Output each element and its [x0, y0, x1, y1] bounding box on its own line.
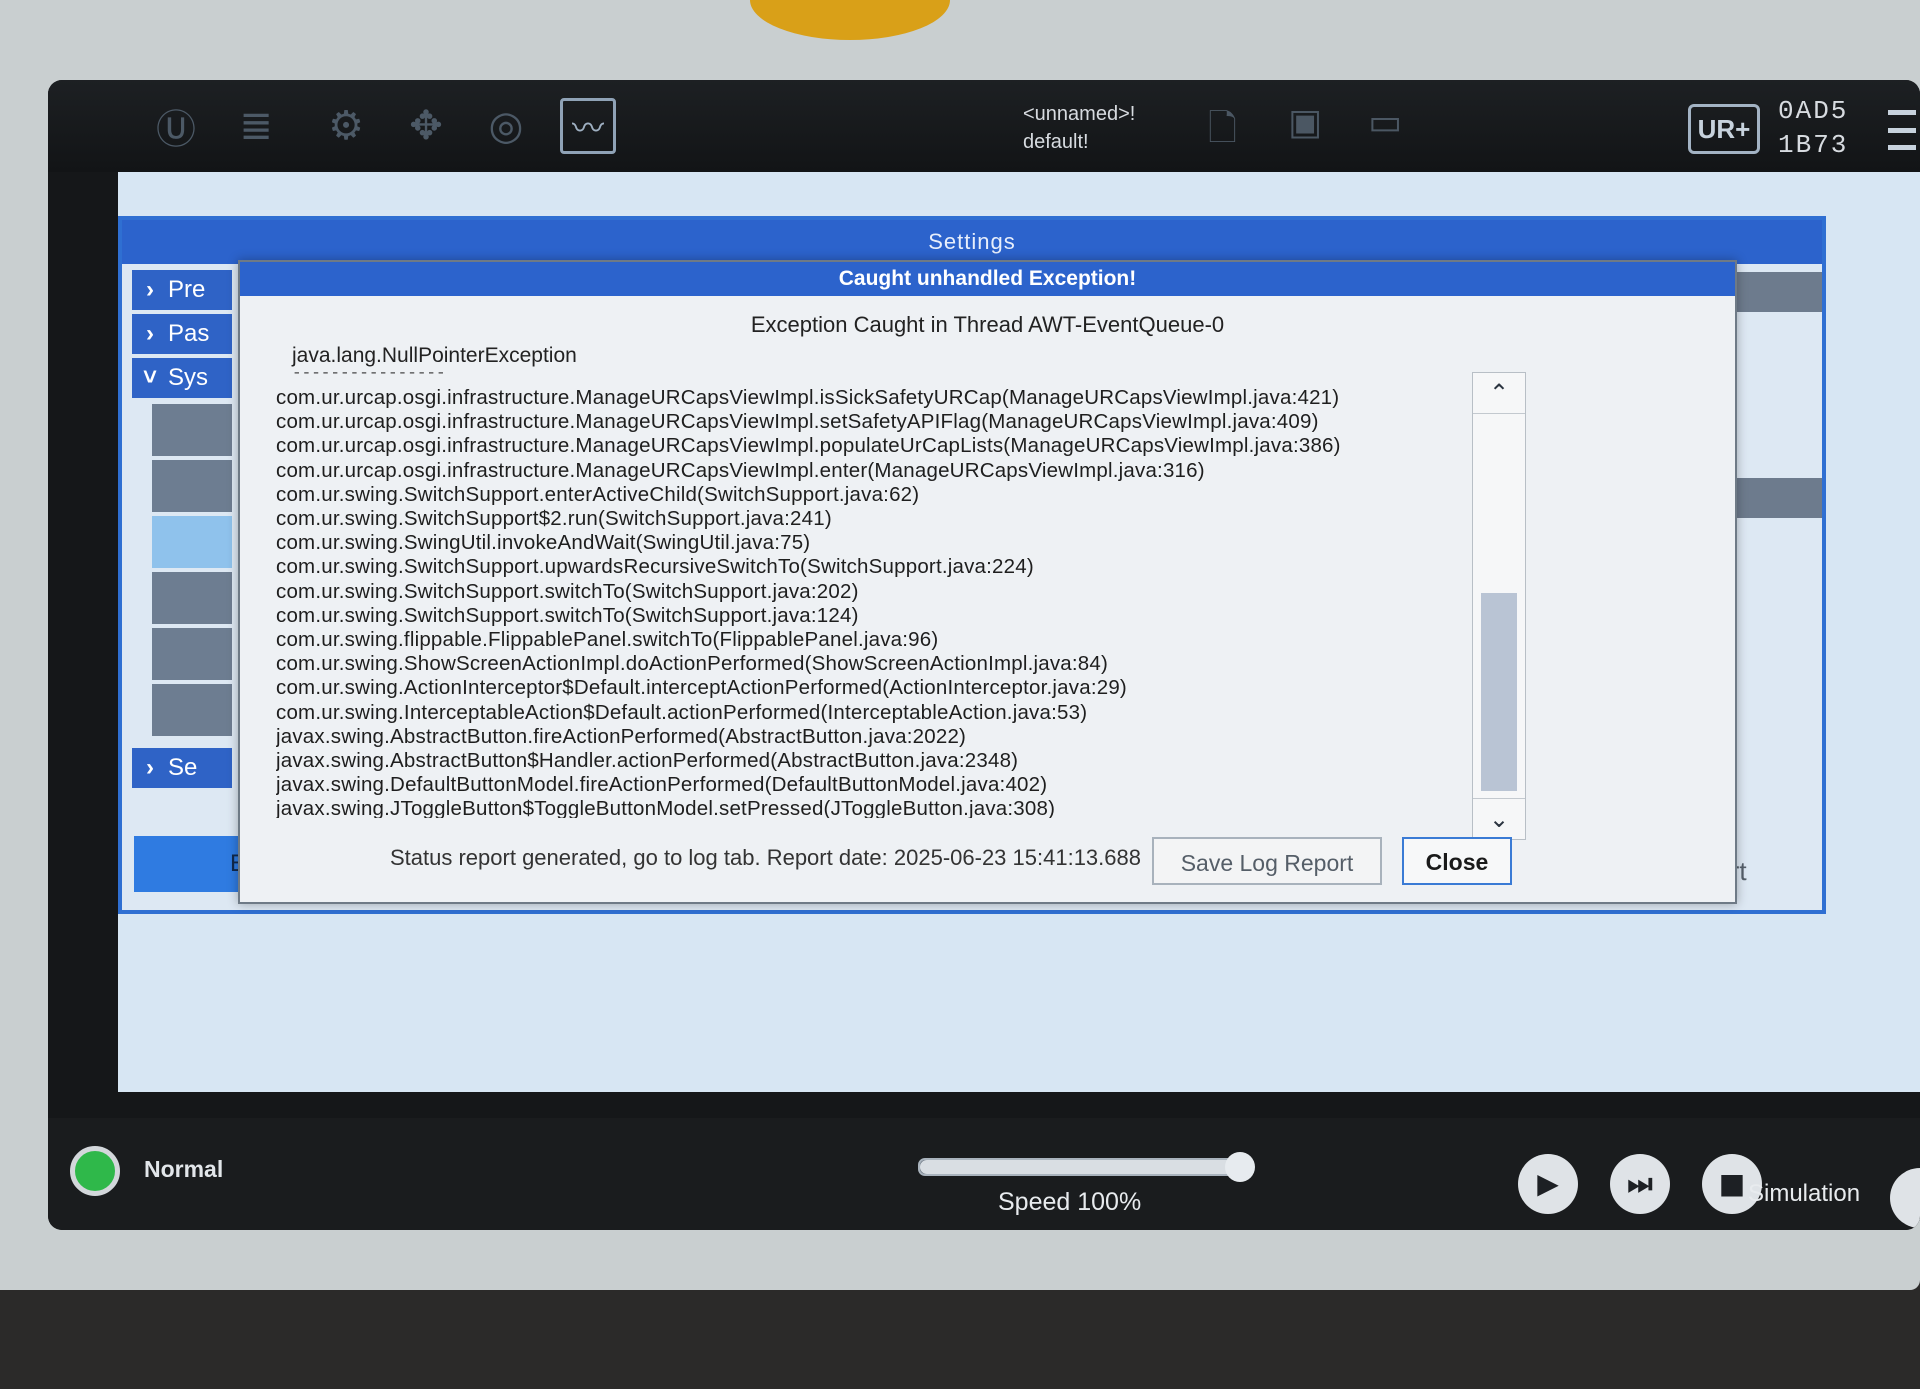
scroll-down-icon[interactable]: ⌄	[1473, 798, 1525, 839]
teach-pendant-screen: Ⓤ ≣ ⚙ ✥ ◎ 〰 <unnamed>! default! 🗋 ▣ ▭ UR…	[48, 80, 1920, 1230]
play-icon[interactable]: ▶	[1518, 1154, 1578, 1214]
save-file-icon[interactable]: ▭	[1368, 102, 1408, 148]
sidebar-subitem-selected[interactable]	[152, 516, 232, 568]
simulation-toggle[interactable]	[1890, 1168, 1920, 1228]
sidebar-subitem[interactable]	[152, 404, 232, 456]
scroll-thumb[interactable]	[1481, 593, 1517, 791]
sidebar-item-label: Se	[168, 754, 198, 781]
pendant-bezel: Ⓤ ≣ ⚙ ✥ ◎ 〰 <unnamed>! default! 🗋 ▣ ▭ UR…	[0, 0, 1920, 1290]
sidebar-item-security[interactable]: › Se	[132, 748, 232, 788]
program-icon[interactable]: ≣	[228, 98, 284, 154]
new-file-icon[interactable]: 🗋	[1208, 102, 1248, 149]
stack-trace-line: javax.swing.AbstractButton$Handler.actio…	[276, 749, 1019, 773]
stack-trace-line: com.ur.swing.flippable.FlippablePanel.sw…	[276, 628, 939, 652]
save-log-report-button[interactable]: Save Log Report	[1152, 837, 1382, 885]
sidebar-item-label: Pas	[168, 320, 210, 347]
stack-trace-line: com.ur.urcap.osgi.infrastructure.ManageU…	[276, 410, 1319, 434]
ur-plus-button[interactable]: UR+	[1688, 104, 1760, 154]
chevron-down-icon: ˅	[142, 364, 157, 391]
robot-status-icon[interactable]	[70, 1146, 120, 1196]
step-icon[interactable]: ⏭	[1610, 1154, 1670, 1214]
stack-trace-line: com.ur.swing.SwitchSupport$2.run(SwitchS…	[276, 507, 832, 531]
stack-trace-line: javax.swing.DefaultButtonModel.fireActio…	[276, 773, 1048, 797]
sidebar-item-label: Sys	[168, 364, 209, 391]
dialog-title: Caught unhandled Exception!	[240, 262, 1735, 296]
sidebar-subitem[interactable]	[152, 628, 232, 680]
stack-trace-line: com.ur.swing.SwitchSupport.upwardsRecurs…	[276, 555, 1034, 579]
scroll-up-icon[interactable]: ⌃	[1473, 373, 1525, 414]
exception-dialog: Caught unhandled Exception! Exception Ca…	[238, 260, 1737, 904]
serial-display: 0AD5 1B73	[1778, 94, 1848, 162]
speed-slider-handle[interactable]	[1225, 1152, 1255, 1182]
stack-trace-line: com.ur.urcap.osgi.infrastructure.ManageU…	[276, 386, 1340, 409]
open-file-icon[interactable]: ▣	[1288, 102, 1328, 148]
exception-separator: ----------------	[292, 364, 446, 382]
settings-header: Settings	[122, 220, 1822, 264]
stack-trace-scrollbar[interactable]: ⌃ ⌄	[1472, 372, 1526, 840]
chevron-right-icon: ›	[146, 754, 154, 781]
stack-trace-line: com.ur.urcap.osgi.infrastructure.ManageU…	[276, 434, 1341, 458]
simulation-label: Simulation	[1748, 1180, 1861, 1207]
sidebar-item-password[interactable]: › Pas	[132, 314, 232, 354]
sidebar-item-system[interactable]: ˅ Sys	[132, 358, 232, 398]
top-bar: Ⓤ ≣ ⚙ ✥ ◎ 〰 <unnamed>! default! 🗋 ▣ ▭ UR…	[48, 80, 1920, 172]
stack-trace-line: com.ur.swing.InterceptableAction$Default…	[276, 700, 1088, 724]
chevron-right-icon: ›	[146, 320, 154, 347]
status-report-line: Status report generated, go to log tab. …	[390, 845, 1141, 870]
sidebar-item-preferences[interactable]: › Pre	[132, 270, 232, 310]
stack-trace-line: com.ur.swing.SwingUtil.invokeAndWait(Swi…	[276, 531, 811, 555]
speed-label: Speed 100%	[998, 1188, 1142, 1216]
speed-slider[interactable]	[918, 1152, 1255, 1182]
stack-trace-line: com.ur.swing.SwitchSupport.switchTo(Swit…	[276, 579, 859, 603]
emergency-stop-knob	[750, 0, 950, 40]
close-button[interactable]: Close	[1402, 837, 1512, 885]
footer-bar: Normal Speed 100% ▶ ⏭ ■ Simulation	[48, 1118, 1920, 1230]
sidebar-subitem[interactable]	[152, 572, 232, 624]
serial-line-2: 1B73	[1778, 130, 1849, 160]
sidebar-subitem[interactable]	[152, 460, 232, 512]
stack-trace-line: javax.swing.AbstractButton.fireActionPer…	[276, 724, 967, 748]
sidebar-item-label: Pre	[168, 276, 206, 303]
serial-line-1: 0AD5	[1778, 96, 1849, 126]
chevron-right-icon: ›	[146, 276, 154, 303]
speed-slider-fill	[920, 1160, 1240, 1174]
log-icon[interactable]: 〰	[560, 98, 616, 154]
ur-logo-icon[interactable]: Ⓤ	[148, 98, 204, 154]
stack-trace-line: com.ur.swing.SwitchSupport.switchTo(Swit…	[276, 603, 859, 627]
program-name: <unnamed>!	[1023, 103, 1136, 125]
io-icon[interactable]: ◎	[478, 98, 534, 154]
move-icon[interactable]: ✥	[398, 98, 454, 154]
stack-trace-line: com.ur.swing.SwitchSupport.enterActiveCh…	[276, 482, 920, 506]
exception-thread-line: Exception Caught in Thread AWT-EventQueu…	[750, 312, 1225, 337]
stack-trace-line: javax.swing.JToggleButton$ToggleButtonMo…	[276, 797, 1056, 818]
installation-name: default!	[1023, 131, 1089, 153]
program-name-display: <unnamed>! default!	[1023, 100, 1135, 156]
robot-status-label: Normal	[144, 1156, 224, 1182]
menu-icon[interactable]	[1888, 110, 1916, 150]
sidebar-subitem[interactable]	[152, 684, 232, 736]
stack-trace-line: com.ur.urcap.osgi.infrastructure.ManageU…	[276, 458, 1205, 482]
stack-trace-line: com.ur.swing.ShowScreenActionImpl.doActi…	[276, 652, 1109, 676]
installation-icon[interactable]: ⚙	[318, 98, 374, 154]
stack-trace-line: com.ur.swing.ActionInterceptor$Default.i…	[276, 676, 1127, 700]
stack-trace-list[interactable]: com.ur.urcap.osgi.infrastructure.ManageU…	[276, 386, 1466, 818]
